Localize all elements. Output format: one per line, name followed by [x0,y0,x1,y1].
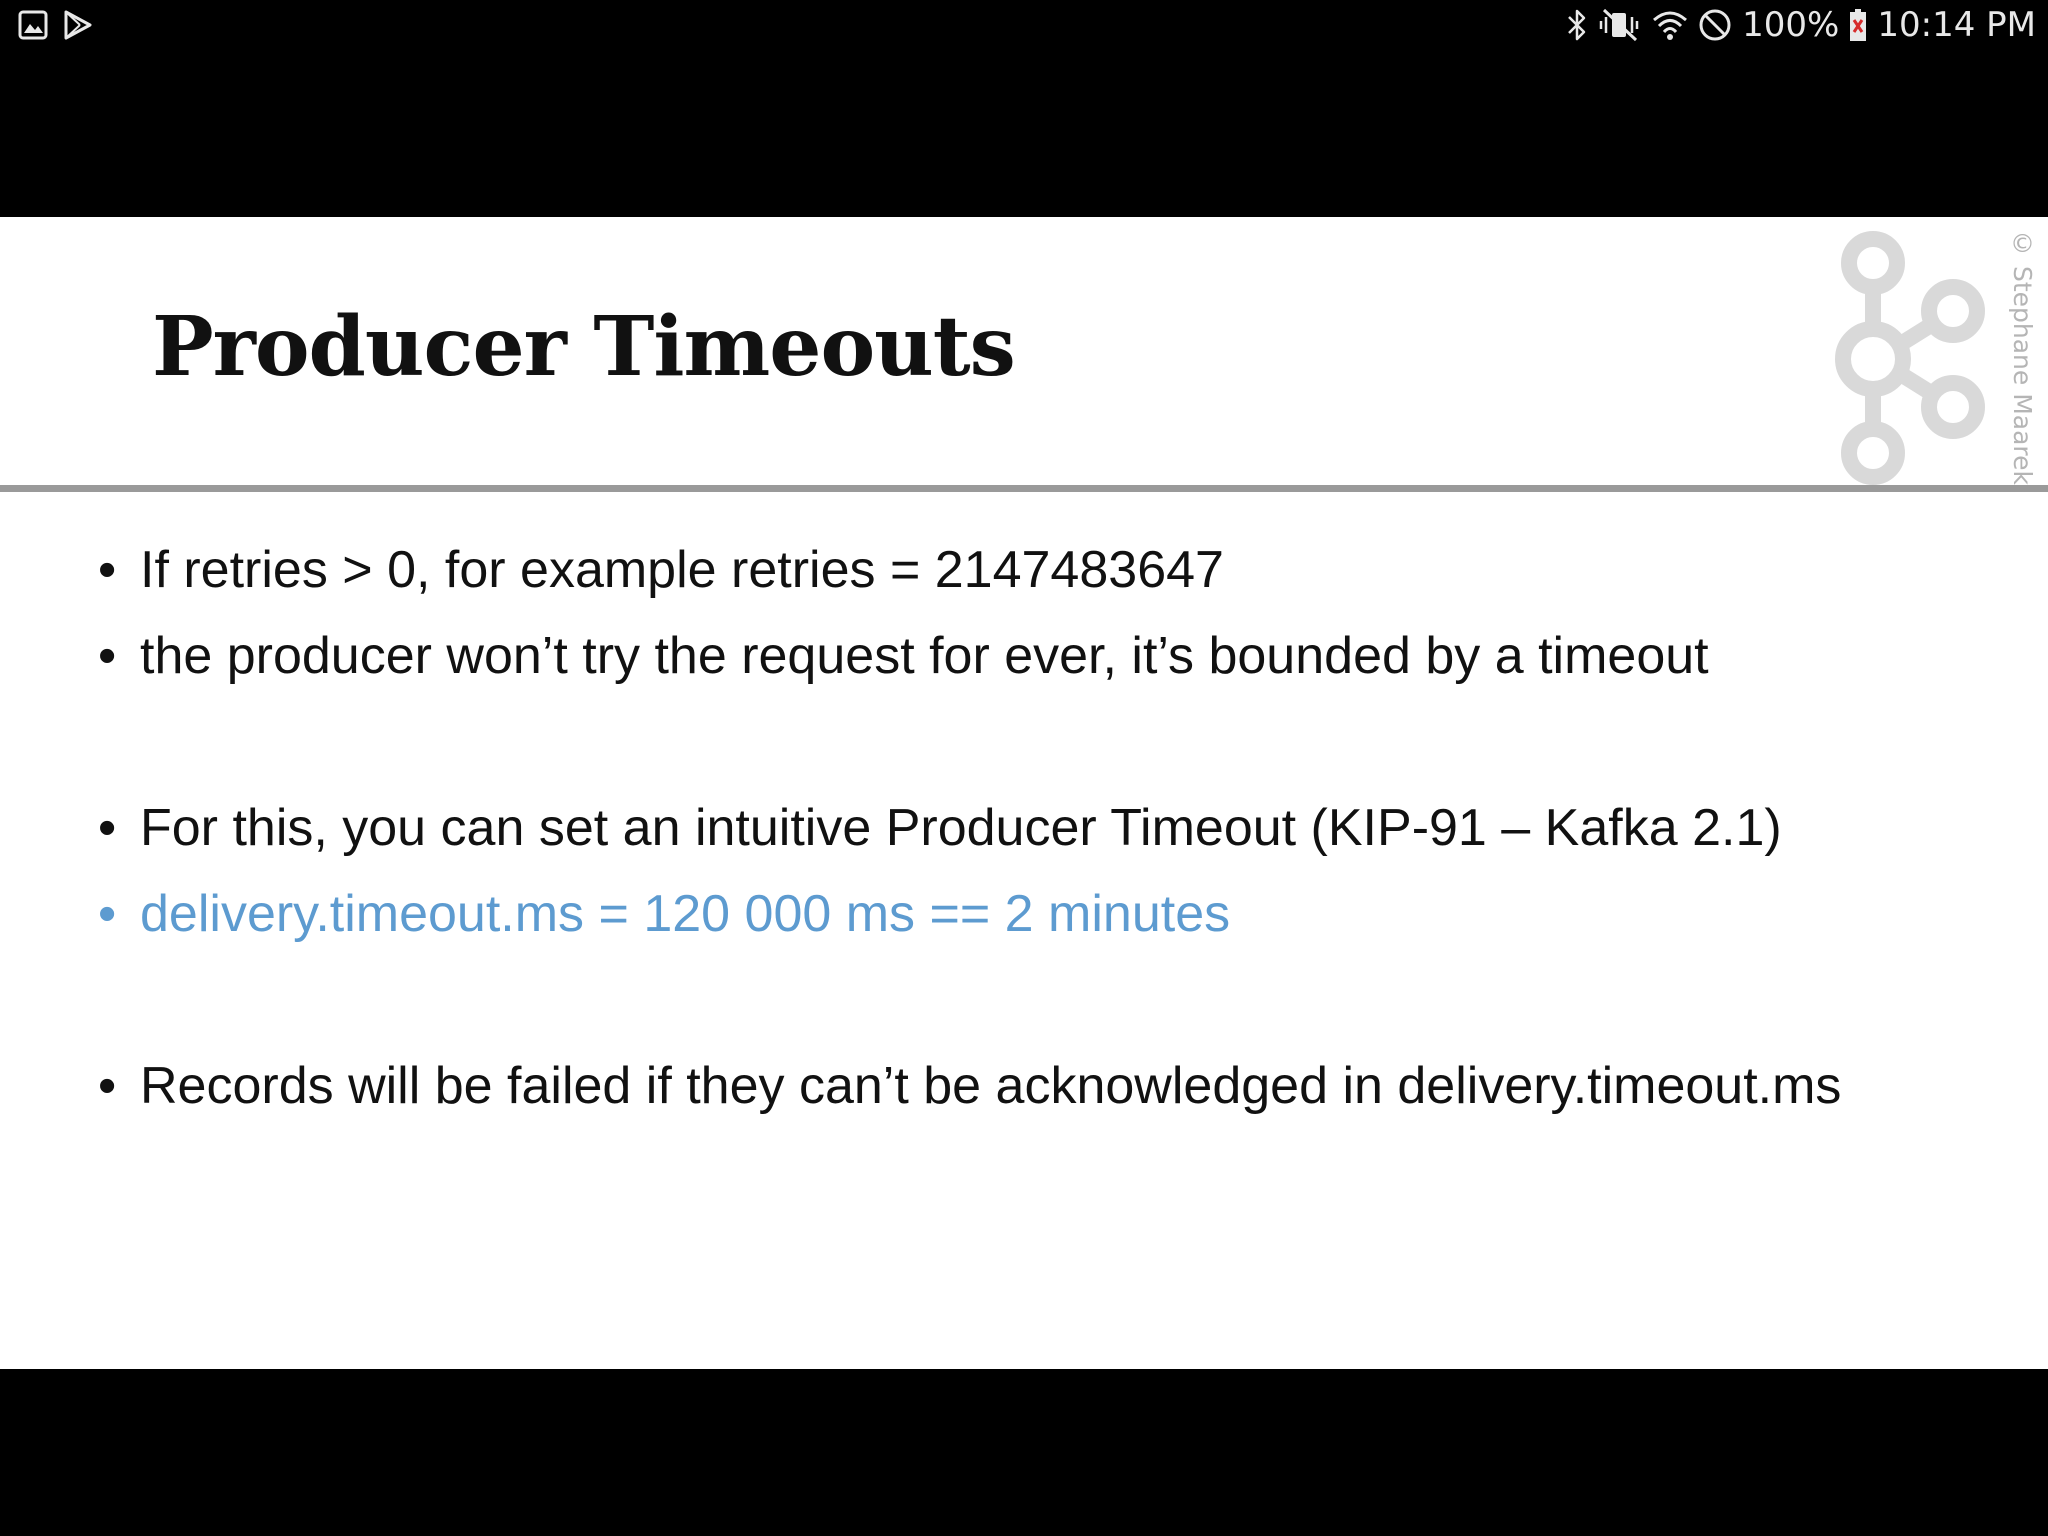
letterbox-bottom [0,1369,2048,1536]
tablet-screen: 100% 10:14 PM Producer Timeouts © Stepha… [0,0,2048,1536]
do-not-disturb-icon [1698,8,1732,42]
bullet-item: For this, you can set an intuitive Produ… [98,785,1998,871]
title-divider [0,485,2048,492]
bluetooth-icon [1566,8,1588,42]
status-bar-right: 100% 10:14 PM [1566,5,2048,45]
gallery-notification-icon[interactable] [18,10,48,40]
slide: Producer Timeouts © Stephane Maarek • If… [0,217,2048,1369]
clock: 10:14 PM [1877,5,2036,45]
vibrate-mute-icon [1598,8,1642,42]
status-bar: 100% 10:14 PM [0,0,2048,50]
status-bar-left [0,9,94,41]
play-store-notification-icon[interactable] [62,9,94,41]
bullet-list: If retries > 0, for example retries = 21… [98,527,1998,1129]
wifi-icon [1652,8,1688,42]
bullet-item: the producer won’t try the request for e… [98,613,1998,699]
bullet-item-highlighted: delivery.timeout.ms = 120 000 ms == 2 mi… [98,871,1998,957]
battery-icon [1849,8,1867,42]
bullet-item: If retries > 0, for example retries = 21… [98,527,1998,613]
battery-percent: 100% [1742,5,1840,45]
copyright-watermark: © Stephane Maarek [2008,229,2037,486]
bullet-item: Records will be failed if they can’t be … [98,1043,1998,1129]
kafka-logo-icon [1825,227,1995,491]
slide-title: Producer Timeouts [152,299,1016,395]
